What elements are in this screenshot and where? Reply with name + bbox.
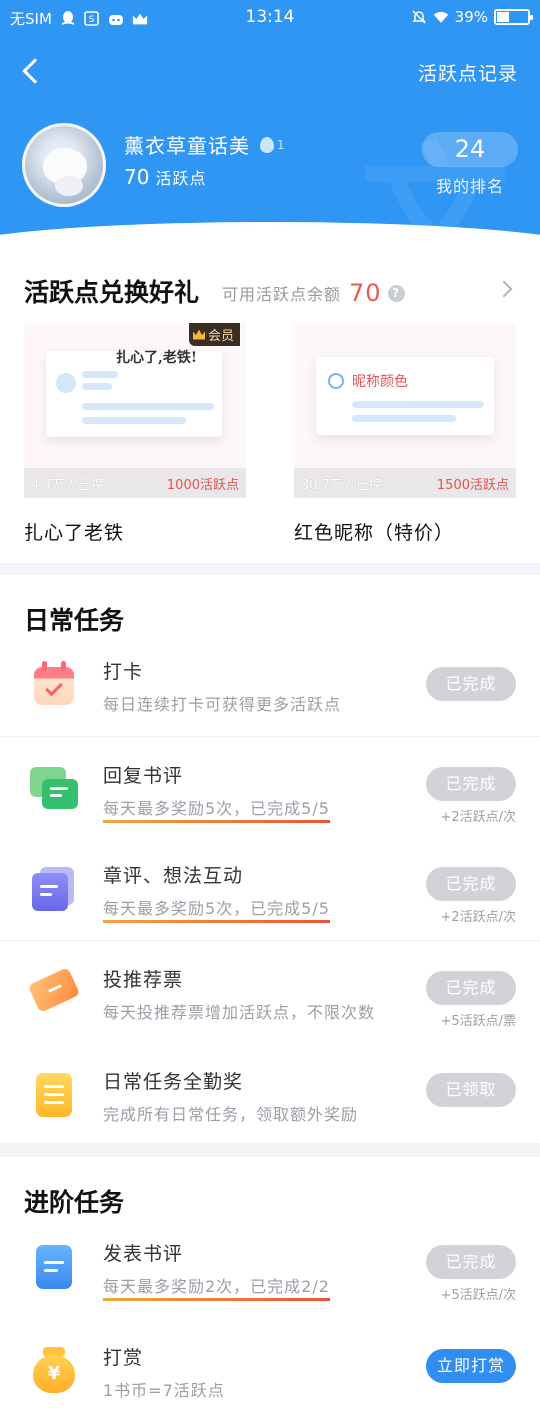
ticket-icon <box>27 967 81 1017</box>
gift-title: 活跃点兑换好礼 <box>24 278 200 307</box>
gift-card-zhaxin[interactable]: 会员 扎心了,老铁! 4.4万人已换 1000活跃点 扎心了老铁 <box>24 323 246 545</box>
battery-percent: 39% <box>454 8 488 26</box>
gift-name: 扎心了老铁 <box>24 522 125 544</box>
task-title: 打赏 <box>103 1347 144 1369</box>
gift-card-image: 昵称颜色 30.7万人已换 1500活跃点 <box>294 323 516 498</box>
task-status-button[interactable]: 已领取 <box>426 1073 516 1107</box>
preview-nickname: 昵称颜色 <box>352 374 408 390</box>
balance-value: 70 <box>349 279 382 307</box>
exchange-count: 4.4万人已换 <box>31 477 104 493</box>
advanced-tasks-section: 进阶任务 发表书评 每天最多奖励2次，已完成2/2 已完成 +5活跃点/次 ¥ … <box>0 1157 540 1427</box>
task-status-button[interactable]: 已完成 <box>426 667 516 701</box>
rank-label: 我的排名 <box>435 177 504 196</box>
flame-icon <box>260 136 274 153</box>
task-reward: +5活跃点/票 <box>440 1014 516 1029</box>
battery-level <box>497 12 509 22</box>
task-desc: 每天最多奖励5次，已完成5/5 <box>103 895 330 923</box>
user-points-value: 70 <box>124 165 150 189</box>
gift-exchange-section: 活跃点兑换好礼 可用活跃点余额 70 ? 会员 扎心了,老铁! 4.4万人已换 … <box>0 245 540 563</box>
list-icon <box>28 1069 78 1119</box>
gift-price: 1500活跃点 <box>436 477 509 493</box>
task-recommend-vote: 投推荐票 每天投推荐票增加活跃点，不限次数 已完成 +5活跃点/票 <box>0 941 540 1045</box>
gift-card-red-nickname[interactable]: 昵称颜色 30.7万人已换 1500活跃点 红色昵称（特价） <box>294 323 516 545</box>
advanced-tasks-title: 进阶任务 <box>24 1188 125 1217</box>
help-icon[interactable]: ? <box>387 284 405 302</box>
vip-badge-label: 会员 <box>207 329 234 344</box>
task-reply-review: 回复书评 每天最多奖励5次，已完成5/5 已完成 +2活跃点/次 <box>0 737 540 841</box>
task-reward: +5活跃点/次 <box>440 1288 516 1303</box>
task-desc: 每天最多奖励5次，已完成5/5 <box>103 795 330 823</box>
preview-slogan: 扎心了,老铁! <box>116 350 198 366</box>
task-desc: 每日连续打卡可获得更多活跃点 <box>103 695 342 714</box>
header: 文 无SIM S 13:14 39% 活跃点记录 薰衣草童话美 1 70 活跃点… <box>0 0 540 245</box>
task-tip: ¥ 打赏 1书币=7活跃点 立即打赏 <box>0 1319 540 1423</box>
task-title: 投推荐票 <box>103 969 184 991</box>
task-post-review: 发表书评 每天最多奖励2次，已完成2/2 已完成 +5活跃点/次 <box>0 1215 540 1319</box>
gift-price: 1000活跃点 <box>166 477 239 493</box>
back-button[interactable] <box>18 54 48 90</box>
user-points-label: 活跃点 <box>155 169 207 188</box>
level-number: 1 <box>277 137 286 152</box>
vip-badge: 会员 <box>188 323 240 346</box>
task-status-button[interactable]: 已完成 <box>426 971 516 1005</box>
gift-card-image: 会员 扎心了,老铁! 4.4万人已换 1000活跃点 <box>24 323 246 498</box>
rank-box[interactable]: 24 我的排名 <box>422 132 518 197</box>
vip-crown-icon <box>192 329 205 340</box>
task-reward: +2活跃点/次 <box>440 910 516 925</box>
rank-number: 24 <box>422 132 518 167</box>
gift-name: 红色昵称（特价） <box>294 522 455 544</box>
chevron-right-icon[interactable] <box>495 280 513 298</box>
task-attendance-bonus: 日常任务全勤奖 完成所有日常任务，领取额外奖励 已领取 <box>0 1043 540 1147</box>
calendar-icon <box>28 659 78 709</box>
activity-record-link[interactable]: 活跃点记录 <box>418 59 518 86</box>
wifi-icon <box>433 9 449 25</box>
username-row: 薰衣草童话美 1 <box>124 130 286 159</box>
person-icon <box>328 373 344 389</box>
nav-bar: 活跃点记录 <box>0 50 540 94</box>
task-reward: +2活跃点/次 <box>440 810 516 825</box>
task-title: 章评、想法互动 <box>103 865 244 887</box>
task-chapter-comment: 章评、想法互动 每天最多奖励5次，已完成5/5 已完成 +2活跃点/次 <box>0 837 540 941</box>
task-status-button[interactable]: 已完成 <box>426 767 516 801</box>
balance-row: 可用活跃点余额 70 ? <box>222 279 405 307</box>
user-points: 70 活跃点 <box>124 165 206 189</box>
gift-card-footer: 4.4万人已换 1000活跃点 <box>24 468 246 498</box>
username: 薰衣草童话美 <box>124 134 250 158</box>
task-desc: 1书币=7活跃点 <box>103 1381 225 1400</box>
task-status-button[interactable]: 已完成 <box>426 867 516 901</box>
task-title: 日常任务全勤奖 <box>103 1071 244 1093</box>
profile-section: 薰衣草童话美 1 70 活跃点 24 我的排名 <box>22 122 522 207</box>
level-badge: 1 <box>260 136 286 153</box>
battery-icon <box>494 9 533 25</box>
task-title: 打卡 <box>103 661 144 683</box>
task-desc: 完成所有日常任务，领取额外奖励 <box>103 1105 359 1124</box>
daily-tasks-title: 日常任务 <box>24 606 125 635</box>
document-icon <box>28 863 78 913</box>
task-status-button[interactable]: 已完成 <box>426 1245 516 1279</box>
daily-tasks-section: 日常任务 打卡 每日连续打卡可获得更多活跃点 已完成 回复书评 每天最多奖励5次… <box>0 575 540 1143</box>
note-icon <box>28 1241 78 1291</box>
money-bag-icon: ¥ <box>28 1345 78 1395</box>
balance-label: 可用活跃点余额 <box>222 285 342 304</box>
task-title: 发表书评 <box>103 1243 184 1265</box>
task-desc: 每天最多奖励2次，已完成2/2 <box>103 1273 330 1301</box>
back-arrow-icon <box>22 58 48 84</box>
avatar[interactable] <box>22 123 106 207</box>
gift-card-footer: 30.7万人已换 1500活跃点 <box>294 468 516 498</box>
preview-mockup: 昵称颜色 <box>316 357 494 435</box>
chat-bubble-icon <box>28 763 78 813</box>
exchange-count: 30.7万人已换 <box>301 477 382 493</box>
status-bar: 无SIM S 13:14 39% <box>0 0 540 36</box>
mute-icon <box>411 9 427 25</box>
task-desc: 每天投推荐票增加活跃点，不限次数 <box>103 1003 376 1022</box>
task-checkin: 打卡 每日连续打卡可获得更多活跃点 已完成 <box>0 633 540 737</box>
tip-now-button[interactable]: 立即打赏 <box>426 1349 516 1383</box>
task-title: 回复书评 <box>103 765 184 787</box>
